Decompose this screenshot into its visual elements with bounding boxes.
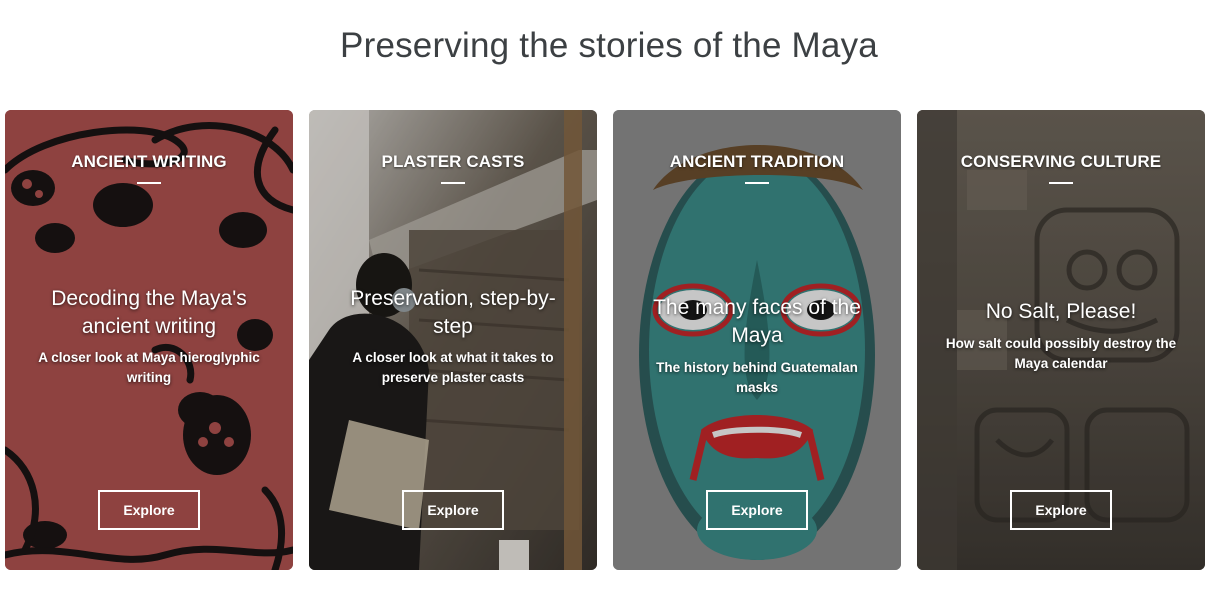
card-headline: Preservation, step-by-step [350, 287, 556, 338]
card-category: ANCIENT WRITING [71, 152, 227, 171]
card-category: PLASTER CASTS [381, 152, 525, 171]
story-card-ancient-tradition[interactable]: ANCIENT TRADITION The many faces of the … [613, 110, 901, 570]
card-headline: Decoding the Maya's ancient writing [51, 287, 247, 338]
category-divider [441, 182, 465, 184]
explore-button[interactable]: Explore [1010, 490, 1112, 530]
story-card-plaster-casts[interactable]: PLASTER CASTS Preservation, step-by-step… [309, 110, 597, 570]
explore-button[interactable]: Explore [402, 490, 504, 530]
card-subtitle: How salt could possibly destroy the Maya… [945, 336, 1177, 371]
category-divider [745, 182, 769, 184]
page-title: Preserving the stories of the Maya [340, 26, 878, 65]
card-category: CONSERVING CULTURE [960, 152, 1162, 171]
card-subtitle: The history behind Guatemalan masks [656, 360, 858, 395]
card-headline: The many faces of the Maya [653, 296, 861, 347]
explore-button[interactable]: Explore [706, 490, 808, 530]
card-subtitle: A closer look at what it takes to preser… [352, 350, 554, 385]
card-headline: No Salt, Please! [985, 300, 1137, 323]
story-card-ancient-writing[interactable]: ANCIENT WRITING Decoding the Maya's anci… [5, 110, 293, 570]
card-category: ANCIENT TRADITION [669, 152, 845, 171]
story-card-conserving-culture[interactable]: CONSERVING CULTURE No Salt, Please! How … [917, 110, 1205, 570]
explore-button[interactable]: Explore [98, 490, 200, 530]
card-subtitle: A closer look at Maya hieroglyphic writi… [38, 350, 260, 385]
category-divider [137, 182, 161, 184]
category-divider [1049, 182, 1073, 184]
